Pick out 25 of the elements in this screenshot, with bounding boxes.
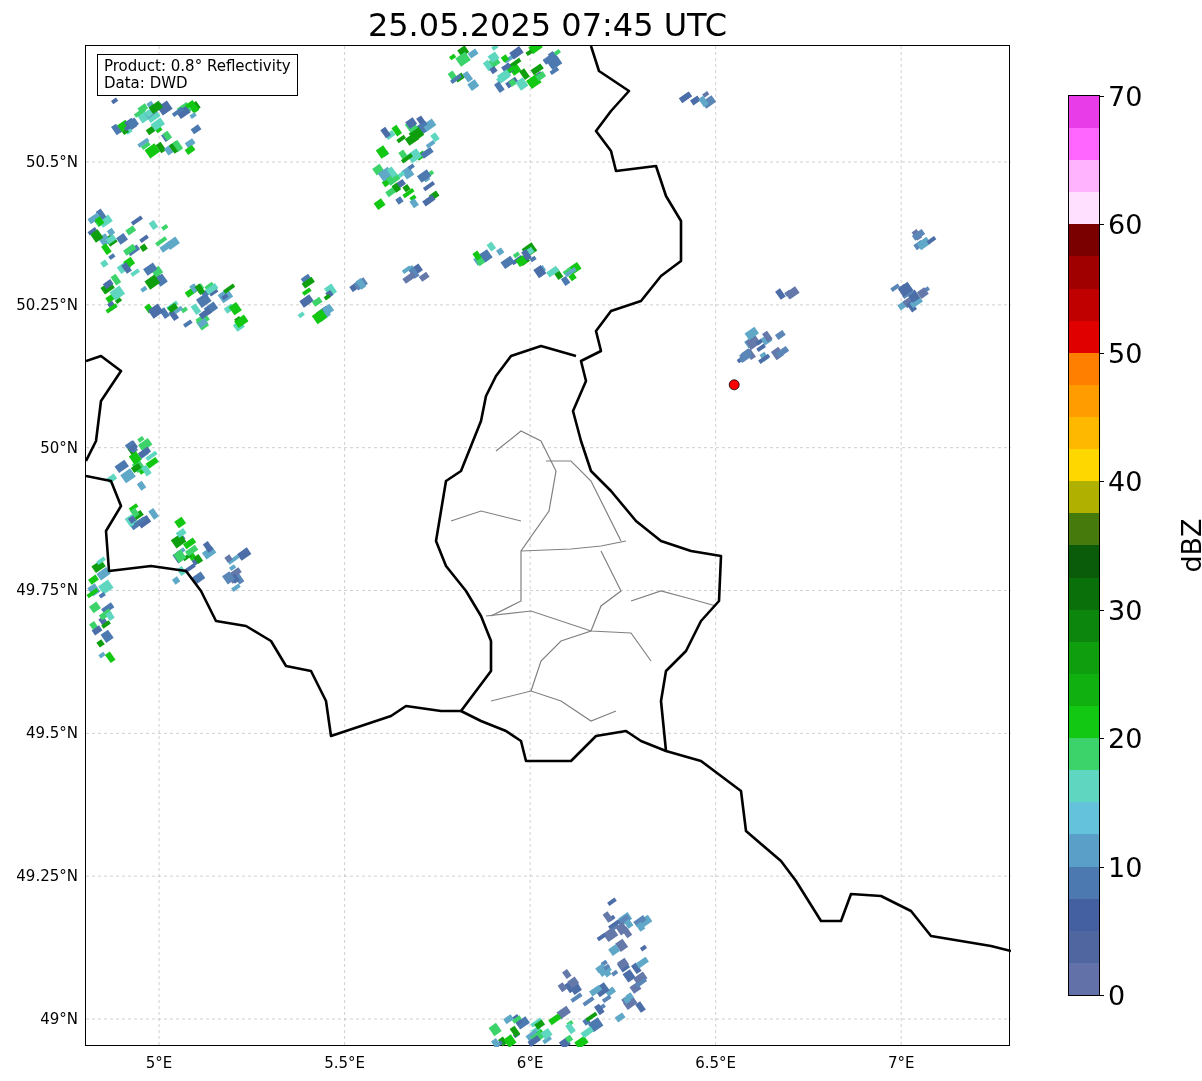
scale-tick-label: 60 bbox=[1108, 210, 1143, 238]
scale-tick-label: 30 bbox=[1108, 596, 1143, 624]
y-tick-label: 50.25°N bbox=[16, 294, 78, 316]
scale-tick-label: 0 bbox=[1108, 981, 1126, 1009]
y-tick-label: 50.5°N bbox=[25, 151, 78, 173]
scale-unit-label: dBZ bbox=[1177, 518, 1202, 573]
location-marker bbox=[728, 379, 740, 391]
legend-text: Data: DWD bbox=[104, 75, 189, 92]
x-tick-label: 5.5°E bbox=[324, 1053, 366, 1074]
legend-text: Product: 0.8° Reflectivity bbox=[104, 58, 291, 75]
y-tick-label: 49°N bbox=[40, 1008, 78, 1030]
y-tick-label: 50°N bbox=[40, 437, 78, 459]
scale-tick-label: 70 bbox=[1108, 82, 1143, 110]
y-tick-label: 49.25°N bbox=[16, 865, 78, 887]
x-tick-label: 6.5°E bbox=[695, 1053, 737, 1074]
x-tick-label: 5°E bbox=[145, 1053, 173, 1074]
x-tick-label: 6°E bbox=[516, 1053, 544, 1074]
chart-title: 25.05.2025 07:45 UTC bbox=[367, 9, 728, 45]
scale-tick-label: 10 bbox=[1108, 853, 1143, 881]
y-tick-label: 49.5°N bbox=[25, 723, 78, 745]
x-tick-label: 7°E bbox=[887, 1053, 915, 1074]
scale-tick-label: 50 bbox=[1108, 339, 1143, 367]
scale-tick-label: 20 bbox=[1108, 724, 1143, 752]
y-tick-label: 49.75°N bbox=[16, 580, 78, 602]
scale-tick-label: 40 bbox=[1108, 467, 1143, 495]
